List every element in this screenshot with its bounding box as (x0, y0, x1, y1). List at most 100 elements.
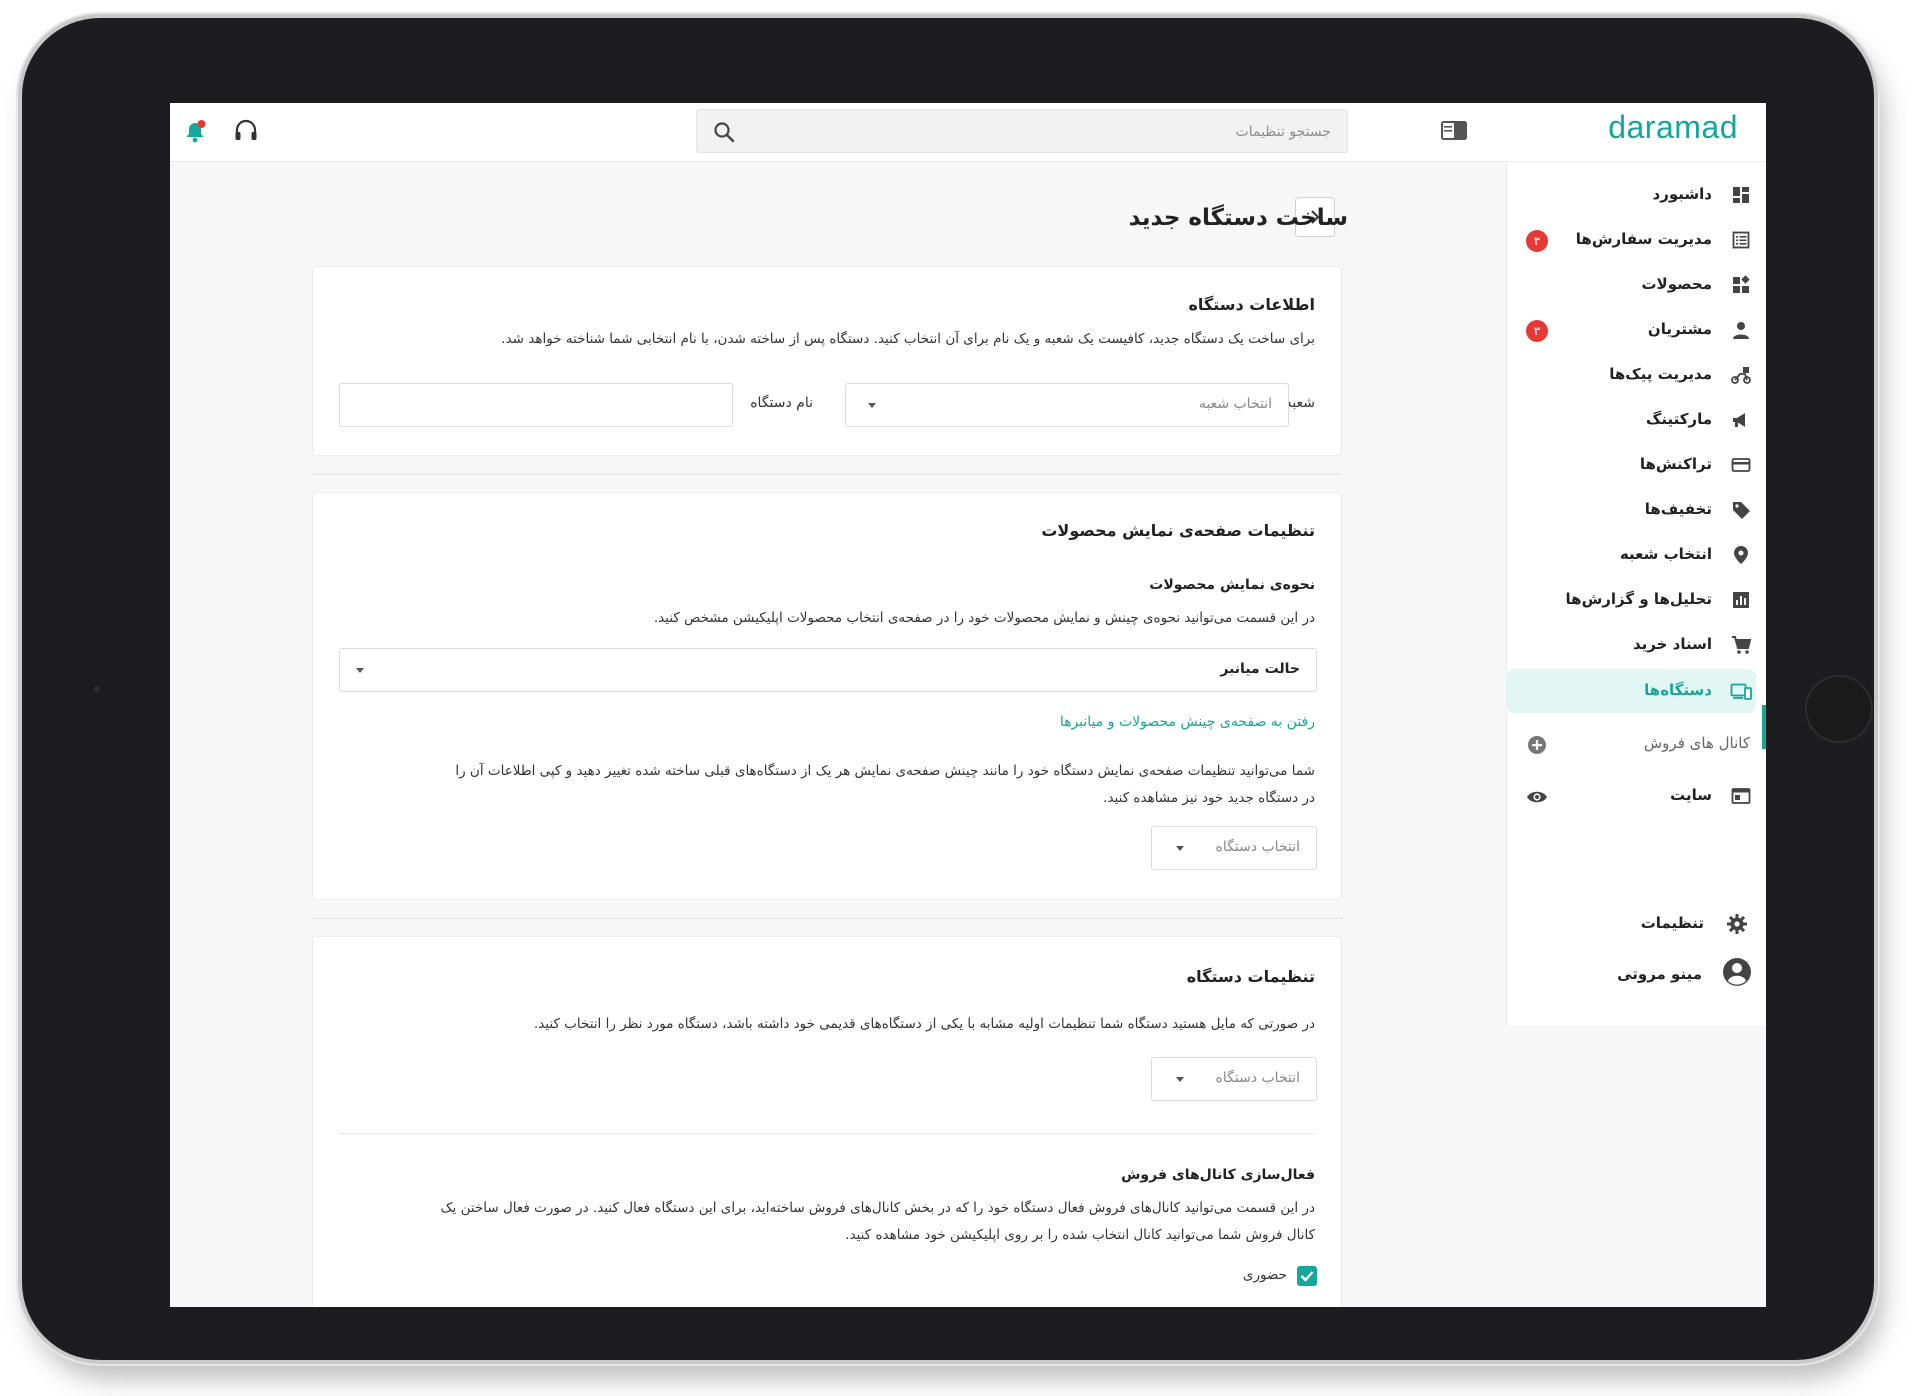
device-info-title: اطلاعات دستگاه (1188, 295, 1315, 314)
customers-count-badge: ۳ (1526, 320, 1548, 342)
support-headset-icon[interactable] (232, 117, 260, 145)
search-box (696, 109, 1348, 154)
cart-icon (1732, 636, 1752, 654)
sidebar-item-site[interactable]: سایت (1516, 774, 1766, 818)
sidebar-item-label: داشبورد (1652, 185, 1712, 203)
sidebar-item-label: مارکتینگ (1645, 410, 1712, 428)
device-select-placeholder: انتخاب دستگاه (1215, 1070, 1300, 1086)
user-name: مینو مروتی (1617, 965, 1702, 983)
sidebar-item-label: دستگاه‌ها (1644, 681, 1712, 699)
base-device-select[interactable]: انتخاب دستگاه (1151, 1057, 1317, 1101)
sidebar-item-label: کانال های فروش (1643, 734, 1750, 752)
sidebar-item-sales-channels[interactable]: کانال های فروش (1516, 722, 1766, 766)
copy-display-line-2: در دستگاه جدید خود نیز مشاهده کنید. (1103, 790, 1315, 806)
display-mode-select[interactable]: حالت میانبر (339, 648, 1317, 692)
app-screen: daramad جستجو تنظیمات داشبورد مدیریت سفا… (170, 103, 1766, 1307)
sales-channels-line-2: کانال فروش شما می‌توانید کانال انتخاب شد… (845, 1227, 1315, 1243)
sales-channels-line-1: در این قسمت می‌توانید کانال‌های فروش فعا… (440, 1200, 1315, 1216)
tag-icon (1733, 502, 1750, 519)
device-settings-title: تنظیمات دستگاه (1186, 967, 1315, 986)
sidebar-item-label: تراکنش‌ها (1639, 455, 1712, 473)
chart-icon (1733, 592, 1749, 608)
device-select-placeholder: انتخاب دستگاه (1215, 839, 1300, 855)
device-info-description: برای ساخت یک دستگاه جدید، کافیست یک شعبه… (501, 331, 1315, 347)
sidebar-item-label: سایت (1670, 786, 1712, 804)
in-person-checkbox[interactable] (1297, 1266, 1317, 1286)
products-icon (1733, 275, 1750, 293)
front-camera (94, 686, 100, 692)
devices-icon (1730, 683, 1752, 700)
sidebar-item-label: مشتریان (1647, 320, 1712, 338)
location-icon (1734, 546, 1748, 564)
top-bar: daramad (170, 103, 1766, 162)
sidebar: داشبورد مدیریت سفارش‌ها ۳ محصولا (1506, 162, 1766, 1026)
page-title: ساخت دستگاه جدید (1128, 205, 1348, 231)
delivery-icon (1731, 367, 1751, 384)
device-name-label: نام دستگاه (750, 395, 813, 411)
customers-icon (1733, 322, 1749, 339)
site-icon (1731, 788, 1751, 804)
inner-divider (339, 1133, 1315, 1134)
settings-label: تنظیمات (1640, 914, 1704, 932)
sidebar-item-label: تخفیف‌ها (1644, 500, 1712, 518)
sidebar-item-label: تحلیل‌ها و گزارش‌ها (1565, 590, 1712, 608)
megaphone-icon (1733, 413, 1745, 427)
section-divider (312, 474, 1342, 475)
branch-select-placeholder: انتخاب شعبه (1198, 396, 1272, 412)
sidebar-item-couriers[interactable]: مدیریت پیک‌ها (1516, 353, 1766, 397)
logo[interactable]: daramad (1608, 109, 1738, 146)
notification-bell-icon[interactable] (180, 116, 210, 146)
display-settings-card: تنظیمات صفحه‌ی نمایش محصولات نحوه‌ی نمای… (312, 492, 1342, 900)
gear-icon (1727, 914, 1747, 934)
sidebar-item-analytics[interactable]: تحلیل‌ها و گزارش‌ها (1516, 578, 1766, 622)
sidebar-item-customers[interactable]: مشتریان ۳ (1516, 308, 1766, 352)
search-icon[interactable] (713, 121, 735, 143)
search-input[interactable] (769, 110, 1333, 154)
eye-icon[interactable] (1526, 786, 1548, 808)
sidebar-item-label: اسناد خرید (1632, 635, 1712, 653)
chevron-down-icon (1176, 1077, 1184, 1082)
card-icon (1731, 458, 1751, 472)
display-mode-subtitle: نحوه‌ی نمایش محصولات (1149, 577, 1315, 593)
copy-display-device-select[interactable]: انتخاب دستگاه (1151, 826, 1317, 870)
sales-channels-title: فعال‌سازی کانال‌های فروش (1121, 1167, 1315, 1183)
sidebar-item-orders[interactable]: مدیریت سفارش‌ها ۳ (1516, 218, 1766, 262)
chevron-down-icon (868, 403, 876, 408)
sidebar-item-marketing[interactable]: مارکتینگ (1516, 398, 1766, 442)
display-mode-description: در این قسمت می‌توانید نحوه‌ی چینش و نمای… (653, 610, 1315, 626)
sidebar-item-discounts[interactable]: تخفیف‌ها (1516, 488, 1766, 532)
chevron-down-icon (356, 668, 364, 673)
sidebar-item-label: محصولات (1641, 275, 1712, 293)
sidebar-item-transactions[interactable]: تراکنش‌ها (1516, 443, 1766, 487)
display-mode-value: حالت میانبر (1220, 661, 1300, 677)
copy-display-line-1: شما می‌توانید تنظیمات صفحه‌ی نمایش دستگا… (455, 763, 1315, 779)
product-layout-link[interactable]: رفتن به صفحه‌ی چینش محصولات و میانبرها (1060, 714, 1315, 730)
orders-icon (1732, 231, 1750, 249)
plus-circle-icon[interactable] (1526, 734, 1548, 756)
avatar-icon (1723, 958, 1751, 986)
device-settings-description: در صورتی که مایل هستید دستگاه شما تنظیما… (533, 1016, 1315, 1032)
orders-count-badge: ۳ (1526, 230, 1548, 252)
sidebar-item-label: مدیریت سفارش‌ها (1575, 230, 1712, 248)
device-settings-card: تنظیمات دستگاه در صورتی که مایل هستید دس… (312, 936, 1342, 1307)
sidebar-item-purchase-docs[interactable]: اسناد خرید (1516, 623, 1766, 667)
home-button[interactable] (1805, 675, 1873, 743)
user-profile[interactable]: مینو مروتی (1516, 951, 1766, 995)
device-info-card: اطلاعات دستگاه برای ساخت یک دستگاه جدید،… (312, 266, 1342, 456)
sidebar-item-settings[interactable]: تنظیمات (1516, 902, 1766, 946)
branch-label: شعبه (1284, 395, 1315, 411)
section-divider (312, 918, 1342, 919)
sidebar-toggle-icon[interactable] (1439, 117, 1469, 143)
sidebar-item-devices[interactable]: دستگاه‌ها (1506, 669, 1756, 713)
branch-select[interactable]: انتخاب شعبه (845, 383, 1289, 427)
in-person-label: حضوری (1242, 1267, 1287, 1283)
sidebar-item-dashboard[interactable]: داشبورد (1516, 173, 1766, 217)
sidebar-item-branch-select[interactable]: انتخاب شعبه (1516, 533, 1766, 577)
display-settings-title: تنظیمات صفحه‌ی نمایش محصولات (1041, 521, 1315, 540)
page-header: ساخت دستگاه جدید (748, 197, 1348, 239)
chevron-down-icon (1176, 846, 1184, 851)
device-name-input[interactable] (350, 384, 722, 428)
dashboard-icon (1733, 187, 1749, 203)
sidebar-item-products[interactable]: محصولات (1516, 263, 1766, 307)
tablet-frame: daramad جستجو تنظیمات داشبورد مدیریت سفا… (22, 18, 1874, 1360)
